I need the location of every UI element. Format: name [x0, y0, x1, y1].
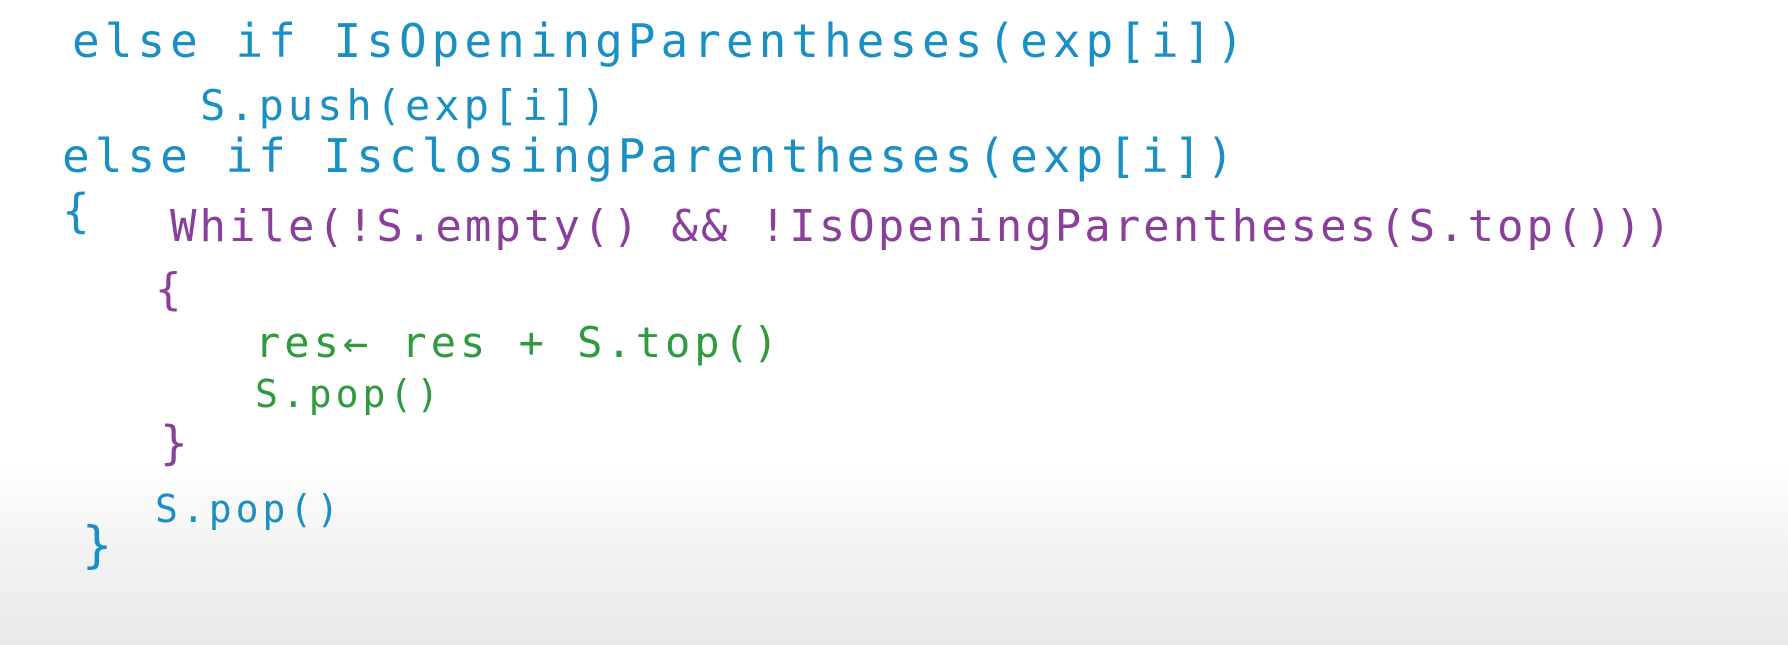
code-line-while: While(!S.empty() && !IsOpeningParenthese…: [170, 201, 1675, 252]
code-line-else-if-closing: else if IsclosingParentheses(exp[i]): [62, 129, 1239, 183]
code-line-close-brace-inner: }: [160, 416, 188, 470]
code-line-else-if-opening: else if IsOpeningParentheses(exp[i]): [72, 14, 1249, 68]
code-line-open-brace-inner: {: [155, 264, 182, 315]
code-line-push: S.push(exp[i]): [200, 81, 611, 130]
code-line-res-assign: res← res + S.top(): [255, 318, 783, 367]
code-line-open-brace-outer: {: [62, 184, 90, 238]
code-line-pop-inner: S.pop(): [255, 372, 444, 416]
code-line-pop-outer: S.pop(): [155, 487, 344, 531]
whiteboard: else if IsOpeningParentheses(exp[i]) S.p…: [0, 0, 1788, 645]
code-line-close-brace-outer: }: [82, 516, 113, 574]
